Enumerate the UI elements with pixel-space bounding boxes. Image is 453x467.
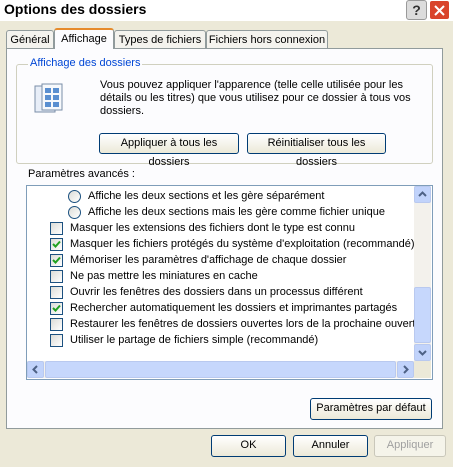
folder-options-dialog: Options des dossiers ? Général Affichage… bbox=[0, 0, 453, 467]
list-item-label: Ne pas mettre les miniatures en cache bbox=[70, 270, 258, 282]
tab-general[interactable]: Général bbox=[6, 30, 54, 48]
list-item-label: Masquer les extensions des fichiers dont… bbox=[70, 222, 355, 234]
horizontal-scroll-thumb[interactable] bbox=[45, 361, 396, 378]
group-title: Affichage des dossiers bbox=[28, 57, 143, 69]
title-bar: Options des dossiers ? bbox=[0, 0, 453, 21]
scroll-left-icon bbox=[32, 365, 38, 374]
apply-button: Appliquer bbox=[374, 435, 446, 457]
close-button[interactable] bbox=[429, 0, 450, 20]
list-item-label: Affiche les deux sections et les gère sé… bbox=[88, 190, 325, 202]
tab-affichage[interactable]: Affichage bbox=[54, 28, 114, 49]
list-item[interactable]: Ouvrir les fenêtres des dossiers dans un… bbox=[27, 284, 415, 300]
list-item-label: Affiche les deux sections mais les gère … bbox=[88, 206, 385, 218]
list-item[interactable]: Rechercher automatiquement les dossiers … bbox=[27, 300, 415, 316]
list-item[interactable]: Masquer les extensions des fichiers dont… bbox=[27, 220, 415, 236]
horizontal-scrollbar[interactable] bbox=[27, 361, 414, 378]
list-item[interactable]: Masquer les fichiers protégés du système… bbox=[27, 236, 415, 252]
tab-fichiers-hors-connexion[interactable]: Fichiers hors connexion bbox=[206, 30, 328, 48]
help-icon: ? bbox=[412, 2, 421, 18]
list-item[interactable]: Mémoriser les paramètres d'affichage de … bbox=[27, 252, 415, 268]
list-item-label: Restaurer les fenêtres de dossiers ouver… bbox=[70, 318, 432, 330]
scroll-right-icon bbox=[403, 365, 409, 374]
scroll-down-icon bbox=[418, 350, 427, 356]
scroll-right-button[interactable] bbox=[397, 361, 414, 378]
radio-button[interactable] bbox=[68, 206, 81, 219]
radio-button[interactable] bbox=[68, 190, 81, 203]
scroll-up-button[interactable] bbox=[414, 186, 431, 203]
checkbox[interactable] bbox=[50, 334, 63, 347]
ok-button[interactable]: OK bbox=[211, 435, 286, 457]
folder-view-description: Vous pouvez appliquer l'apparence (telle… bbox=[100, 79, 411, 117]
list-item-label: Ouvrir les fenêtres des dossiers dans un… bbox=[70, 286, 363, 298]
cancel-button[interactable]: Annuler bbox=[293, 435, 368, 457]
checkbox[interactable] bbox=[50, 254, 63, 267]
checkbox[interactable] bbox=[50, 318, 63, 331]
list-item-label: Masquer les fichiers protégés du système… bbox=[70, 238, 415, 250]
list-item[interactable]: Restaurer les fenêtres de dossiers ouver… bbox=[27, 316, 431, 332]
scrollbar-corner bbox=[414, 361, 431, 378]
restore-defaults-button[interactable]: Paramètres par défaut bbox=[310, 398, 432, 420]
checkbox[interactable] bbox=[50, 222, 63, 235]
vertical-scrollbar[interactable] bbox=[414, 186, 431, 361]
list-item[interactable]: Ne pas mettre les miniatures en cache bbox=[27, 268, 415, 284]
checkbox[interactable] bbox=[50, 270, 63, 283]
scroll-up-icon bbox=[418, 191, 427, 197]
reset-all-folders-button[interactable]: Réinitialiser tous les dossiers bbox=[247, 133, 386, 168]
scroll-down-button[interactable] bbox=[414, 344, 431, 361]
folder-options-icon bbox=[34, 83, 63, 113]
checkbox[interactable] bbox=[50, 286, 63, 299]
list-item[interactable]: Affiche les deux sections et les gère sé… bbox=[27, 188, 415, 204]
checkmark-icon bbox=[52, 304, 61, 312]
checkbox[interactable] bbox=[50, 302, 63, 315]
advanced-settings-label: Paramètres avancés : bbox=[28, 168, 135, 180]
checkmark-icon bbox=[52, 256, 61, 264]
help-button[interactable]: ? bbox=[406, 0, 427, 20]
close-icon bbox=[434, 5, 445, 16]
list-item-label: Utiliser le partage de fichiers simple (… bbox=[70, 334, 319, 346]
list-item[interactable]: Utiliser le partage de fichiers simple (… bbox=[27, 332, 415, 348]
list-item-label: Rechercher automatiquement les dossiers … bbox=[70, 302, 398, 314]
scroll-left-button[interactable] bbox=[27, 361, 44, 378]
checkmark-icon bbox=[52, 240, 61, 248]
checkbox[interactable] bbox=[50, 238, 63, 251]
apply-to-all-folders-button[interactable]: Appliquer à tous les dossiers bbox=[99, 133, 239, 168]
vertical-scroll-thumb[interactable] bbox=[414, 287, 431, 343]
list-item[interactable]: Affiche les deux sections mais les gère … bbox=[27, 204, 415, 220]
advanced-settings-list[interactable]: Affiche les deux sections et les gère sé… bbox=[26, 185, 433, 380]
list-item-label: Mémoriser les paramètres d'affichage de … bbox=[70, 254, 347, 266]
tab-types-de-fichiers[interactable]: Types de fichiers bbox=[114, 30, 206, 48]
window-title: Options des dossiers bbox=[4, 1, 147, 17]
